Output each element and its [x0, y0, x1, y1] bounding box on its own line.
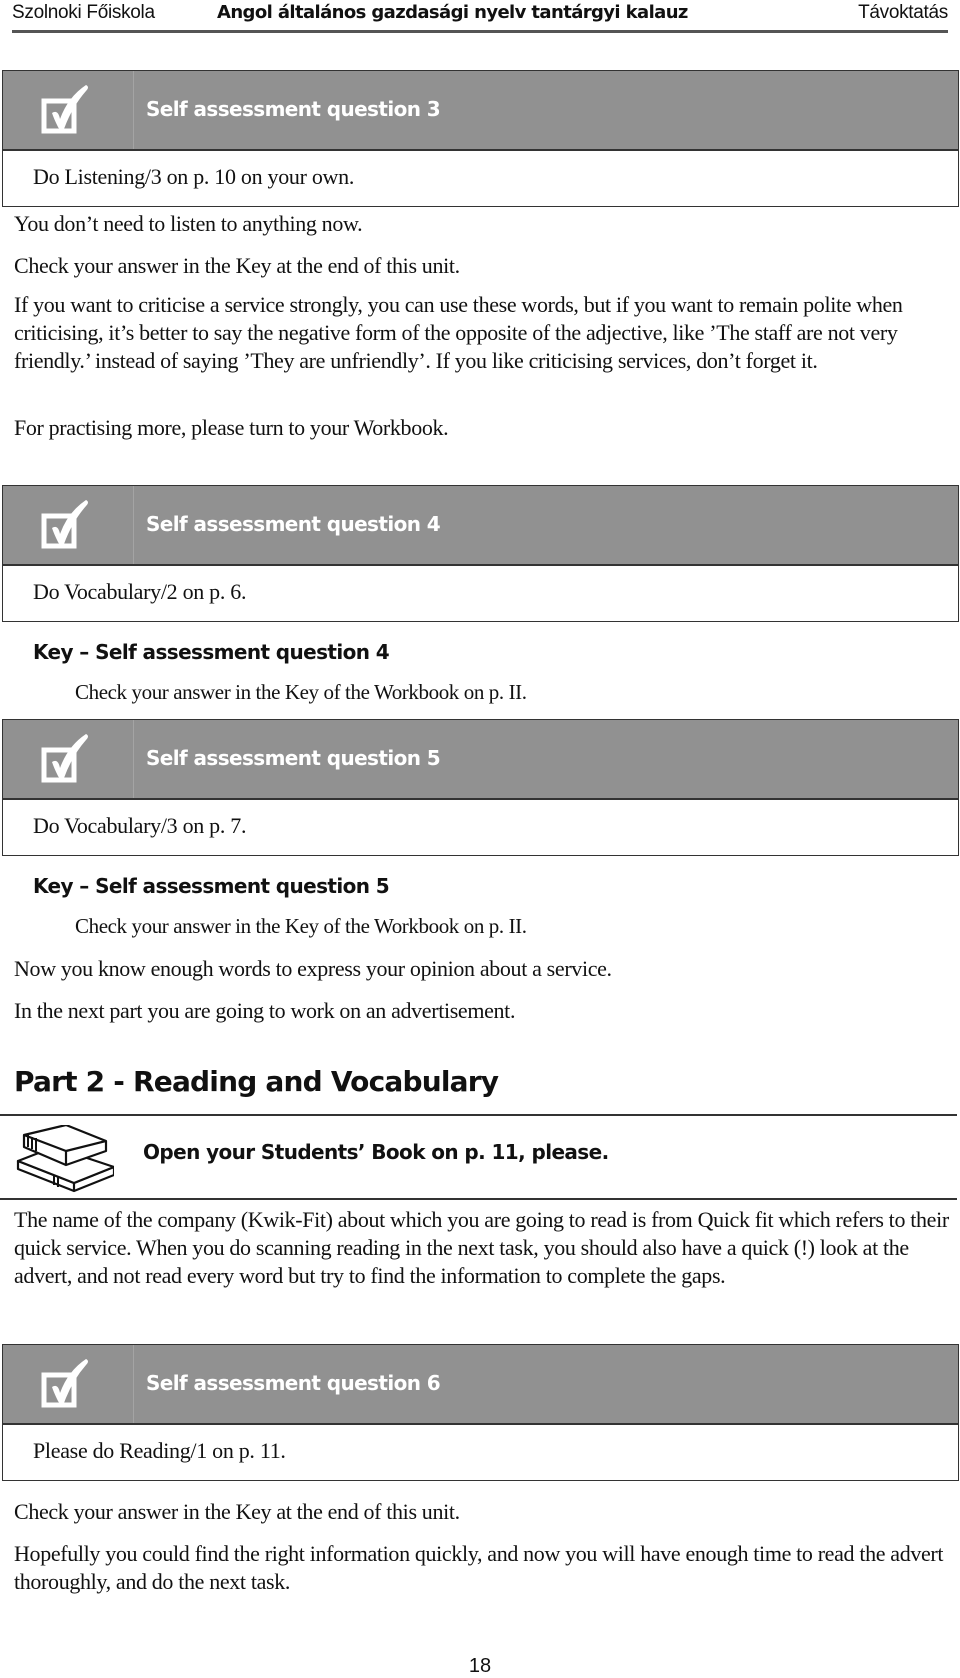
- checkbox-tick-icon: [41, 734, 88, 783]
- saq-header: Self assessment question 3: [3, 71, 958, 151]
- paragraph: The name of the company (Kwik-Fit) about…: [14, 1207, 949, 1288]
- saq-task-text: Do Vocabulary/2 on p. 6.: [33, 579, 247, 604]
- saq-box-6: Self assessment question 6 Please do Rea…: [2, 1344, 959, 1481]
- paragraph: You don’t need to listen to anything now…: [14, 211, 363, 236]
- page-number: 18: [468, 1655, 492, 1677]
- paragraph: Now you know enough words to express you…: [14, 956, 612, 981]
- key-heading: Key – Self assessment question 4: [33, 640, 390, 664]
- saq-title: Self assessment question 5: [146, 746, 441, 770]
- key-text: Check your answer in the Key of the Work…: [75, 680, 527, 704]
- paragraph: In the next part you are going to work o…: [14, 998, 516, 1023]
- instruction-text: Open your Students’ Book on p. 11, pleas…: [143, 1140, 609, 1164]
- paragraph: If you want to criticise a service stron…: [14, 292, 903, 373]
- saq-box-5: Self assessment question 5 Do Vocabulary…: [2, 719, 959, 856]
- checkbox-tick-icon: [41, 1359, 88, 1408]
- saq-title: Self assessment question 6: [146, 1371, 441, 1395]
- paragraph: For practising more, please turn to your…: [14, 415, 449, 440]
- saq-icon-cell: [3, 71, 134, 149]
- header-title: Angol általános gazdasági nyelv tantárgy…: [217, 2, 688, 23]
- books-icon: [14, 1123, 116, 1198]
- saq-title: Self assessment question 4: [146, 512, 441, 536]
- saq-header: Self assessment question 4: [3, 486, 958, 566]
- header-institution: Szolnoki Főiskola: [12, 2, 155, 23]
- checkbox-tick-icon: [41, 500, 88, 549]
- saq-task-text: Do Vocabulary/3 on p. 7.: [33, 813, 247, 838]
- saq-box-3: Self assessment question 3 Do Listening/…: [2, 70, 959, 207]
- paragraph: Hopefully you could find the right infor…: [14, 1541, 944, 1594]
- section-heading: Part 2 - Reading and Vocabulary: [14, 1065, 499, 1098]
- saq-header: Self assessment question 5: [3, 720, 958, 800]
- saq-task: Do Vocabulary/3 on p. 7.: [3, 800, 958, 855]
- divider: [0, 1198, 957, 1200]
- page-header: Szolnoki Főiskola Angol általános gazdas…: [12, 0, 948, 33]
- checkbox-tick-icon: [41, 85, 88, 134]
- saq-icon-cell: [3, 1345, 134, 1423]
- saq-title: Self assessment question 3: [146, 97, 441, 121]
- saq-task: Please do Reading/1 on p. 11.: [3, 1425, 958, 1480]
- saq-header: Self assessment question 6: [3, 1345, 958, 1425]
- saq-task-text: Please do Reading/1 on p. 11.: [33, 1438, 286, 1463]
- saq-task: Do Vocabulary/2 on p. 6.: [3, 566, 958, 621]
- header-mode: Távoktatás: [858, 2, 948, 23]
- saq-icon-cell: [3, 720, 134, 798]
- saq-icon-cell: [3, 486, 134, 564]
- saq-task: Do Listening/3 on p. 10 on your own.: [3, 151, 958, 206]
- paragraph: Check your answer in the Key at the end …: [14, 1499, 460, 1524]
- divider: [0, 1114, 957, 1116]
- paragraph: Check your answer in the Key at the end …: [14, 253, 460, 278]
- key-text: Check your answer in the Key of the Work…: [75, 914, 527, 938]
- key-heading: Key – Self assessment question 5: [33, 874, 390, 898]
- saq-task-text: Do Listening/3 on p. 10 on your own.: [33, 164, 355, 189]
- saq-box-4: Self assessment question 4 Do Vocabulary…: [2, 485, 959, 622]
